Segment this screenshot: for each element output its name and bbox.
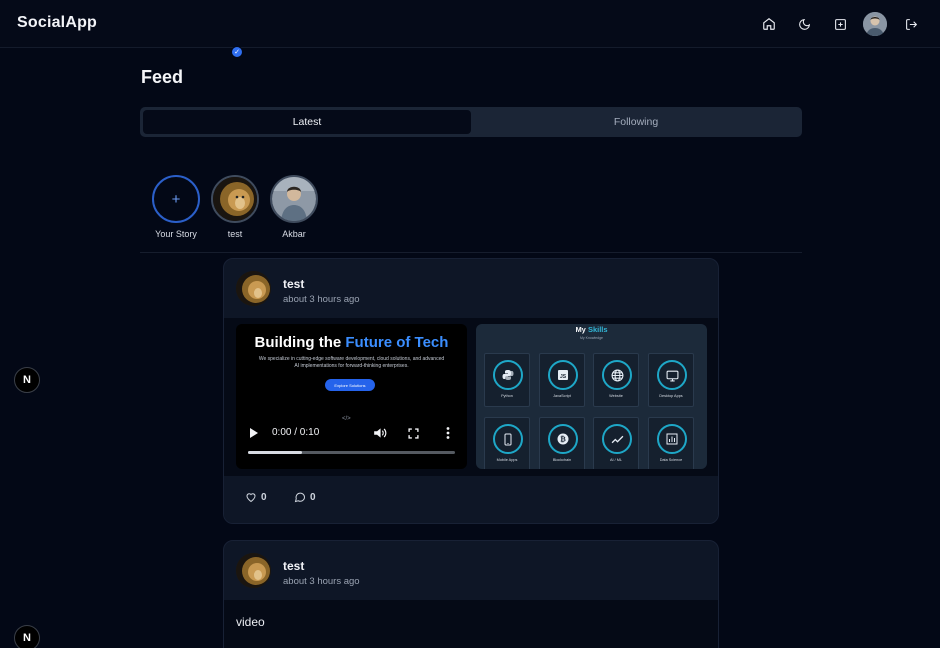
- comment-count: 0: [310, 491, 316, 503]
- post-timestamp: about 3 hours ago: [283, 294, 360, 305]
- python-icon: [493, 360, 523, 390]
- post-media: Building the Future of Tech We specializ…: [224, 318, 718, 476]
- story-your-story[interactable]: + Your Story: [146, 175, 206, 239]
- story-label: Akbar: [282, 229, 306, 239]
- skill-name: Python: [501, 394, 513, 398]
- skill-tile: Mobile Apps: [484, 417, 530, 469]
- moon-icon[interactable]: [794, 14, 814, 34]
- story-avatar-akbar: [270, 175, 318, 223]
- story-label: test: [227, 229, 243, 239]
- code-icon: </>: [342, 416, 351, 422]
- video-progress-fill: [248, 451, 302, 454]
- story-seen-badge: ✓: [231, 46, 243, 58]
- post-author[interactable]: test: [283, 559, 304, 573]
- post-card: test about 3 hours ago Building the Futu…: [223, 258, 719, 524]
- story-akbar[interactable]: Akbar: [264, 175, 324, 239]
- skill-name: AI / ML: [609, 458, 623, 462]
- video-cta-button: Explore Solutions: [325, 379, 375, 391]
- post-author[interactable]: test: [283, 277, 304, 291]
- tab-following[interactable]: Following: [473, 110, 799, 134]
- top-navbar: SocialApp: [0, 0, 940, 48]
- svg-text:₿: ₿: [560, 436, 566, 444]
- globe-icon: [602, 360, 632, 390]
- skill-name: Desktop Apps: [659, 394, 683, 398]
- video-player[interactable]: Building the Future of Tech We specializ…: [236, 324, 467, 469]
- skill-tile: Data Science: [648, 417, 694, 469]
- logout-icon[interactable]: [901, 14, 921, 34]
- video-time: 0:00 / 0:10: [272, 427, 320, 438]
- javascript-icon: JS: [548, 360, 578, 390]
- post-actions: 0 0: [224, 476, 718, 523]
- skill-name: Website: [609, 394, 623, 398]
- volume-icon[interactable]: [373, 425, 387, 441]
- skills-subtitle: My Knowledge: [580, 336, 603, 340]
- post-text: video: [236, 615, 265, 629]
- skills-image[interactable]: My Skills My Knowledge Python JS JavaScr…: [476, 324, 707, 469]
- nextjs-dev-badge[interactable]: N: [14, 625, 40, 648]
- skill-name: Mobile Apps: [496, 458, 518, 462]
- skill-tile: JS JavaScript: [539, 353, 585, 407]
- user-avatar[interactable]: [863, 12, 887, 36]
- video-controls: 0:00 / 0:10: [236, 425, 467, 469]
- skill-name: Data Science: [659, 458, 683, 462]
- video-headline-lead: Building the: [254, 334, 346, 351]
- bitcoin-icon: ₿: [548, 424, 578, 454]
- tab-latest[interactable]: Latest: [143, 110, 471, 134]
- plus-square-icon[interactable]: [830, 14, 850, 34]
- more-options-icon[interactable]: [446, 425, 450, 441]
- avatar[interactable]: [236, 553, 271, 588]
- trend-icon: [602, 424, 632, 454]
- avatar[interactable]: [236, 271, 271, 306]
- brand-logo[interactable]: SocialApp: [17, 14, 97, 32]
- like-button[interactable]: 0: [245, 491, 267, 503]
- comment-button[interactable]: 0: [294, 491, 316, 503]
- video-headline-accent: Future of Tech: [345, 334, 449, 351]
- skills-title: My Skills: [476, 325, 707, 334]
- post-card: test about 3 hours ago video: [223, 540, 719, 648]
- svg-text:JS: JS: [560, 374, 567, 380]
- skill-name: Blockchain: [552, 458, 572, 462]
- home-icon[interactable]: [759, 14, 779, 34]
- video-subtext: We specialize in cutting-edge software d…: [258, 356, 445, 369]
- feed-tabs: Latest Following: [140, 107, 802, 137]
- stories-row: + Your Story test Akbar: [140, 160, 802, 253]
- post-body: video: [224, 600, 718, 648]
- story-test[interactable]: test: [205, 175, 265, 239]
- like-count: 0: [261, 491, 267, 503]
- video-headline: Building the Future of Tech: [236, 334, 467, 351]
- fullscreen-icon[interactable]: [408, 425, 419, 441]
- bar-chart-icon: [657, 424, 687, 454]
- skill-tile: Website: [593, 353, 639, 407]
- skill-name: JavaScript: [553, 394, 571, 398]
- story-label: Your Story: [155, 229, 197, 239]
- skill-tile: Python: [484, 353, 530, 407]
- page-title: Feed: [141, 67, 184, 87]
- skills-title-accent: Skills: [587, 325, 608, 334]
- nextjs-dev-badge[interactable]: N: [14, 367, 40, 393]
- play-icon[interactable]: [249, 425, 259, 441]
- desktop-icon: [657, 360, 687, 390]
- video-progress-bar[interactable]: [248, 451, 455, 454]
- plus-icon: +: [152, 175, 200, 223]
- skill-tile: AI / ML: [593, 417, 639, 469]
- skill-tile: Desktop Apps: [648, 353, 694, 407]
- mobile-icon: [493, 424, 523, 454]
- story-avatar-lion: [211, 175, 259, 223]
- post-timestamp: about 3 hours ago: [283, 576, 360, 587]
- skill-tile: ₿ Blockchain: [539, 417, 585, 469]
- skills-title-lead: My: [575, 325, 588, 334]
